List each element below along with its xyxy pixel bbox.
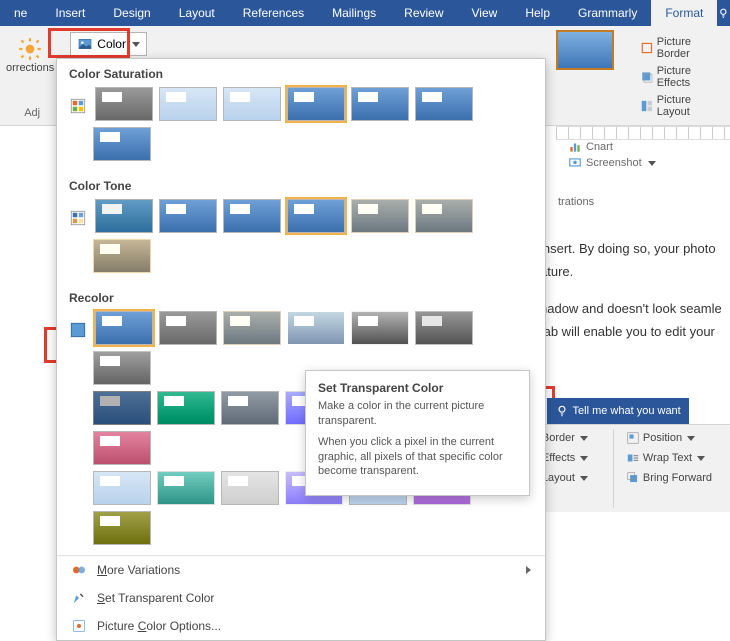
recolor-heading: Recolor: [69, 291, 533, 305]
illustrations-group-label: trations: [558, 196, 594, 208]
chart-button[interactable]: Cnart: [568, 140, 656, 154]
tab-design[interactable]: Design: [99, 0, 164, 26]
recolor-thumb[interactable]: [221, 471, 279, 505]
tab-format[interactable]: Format: [651, 0, 717, 26]
corrections-button[interactable]: orrections: [6, 32, 58, 74]
recolor-thumb[interactable]: [93, 391, 151, 425]
ribbon-tabs: ne Insert Design Layout References Maili…: [0, 0, 730, 26]
more-variations-item[interactable]: More Variations: [57, 556, 545, 584]
color-button-label: Color: [97, 37, 126, 51]
saturation-preset-icon: [69, 97, 87, 115]
picture-color-options-item[interactable]: Picture Color Options...: [57, 612, 545, 640]
saturation-heading: Color Saturation: [69, 67, 533, 81]
saturation-thumb[interactable]: [415, 87, 473, 121]
recolor-thumb[interactable]: [351, 311, 409, 345]
tab-view[interactable]: View: [458, 0, 512, 26]
tone-thumb[interactable]: [415, 199, 473, 233]
saturation-thumb[interactable]: [351, 87, 409, 121]
tone-thumb[interactable]: [93, 239, 151, 273]
recolor-thumb[interactable]: [93, 431, 151, 465]
tone-heading: Color Tone: [69, 179, 533, 193]
tab-mailings[interactable]: Mailings: [318, 0, 390, 26]
sr-bring-forward[interactable]: Bring Forward: [622, 469, 716, 487]
caret-down-icon: [132, 42, 140, 47]
picture-tools-peek: Picture Border Picture Effects Picture L…: [636, 34, 730, 120]
tab-layout[interactable]: Layout: [165, 0, 229, 26]
tooltip-desc-2: When you click a pixel in the current gr…: [318, 435, 517, 480]
tab-insert[interactable]: Insert: [41, 0, 99, 26]
recolor-thumb[interactable]: [95, 311, 153, 345]
tone-thumb[interactable]: [159, 199, 217, 233]
tooltip-set-transparent: Set Transparent Color Make a color in th…: [305, 370, 530, 496]
tone-thumb[interactable]: [351, 199, 409, 233]
picture-color-options-label: Picture Color Options...: [97, 619, 221, 633]
adjust-group-label: Adj: [6, 105, 58, 119]
tab-references[interactable]: References: [229, 0, 318, 26]
picture-border-button[interactable]: Picture Border: [636, 34, 730, 62]
tooltip-title: Set Transparent Color: [318, 381, 517, 395]
saturation-thumb[interactable]: [95, 87, 153, 121]
chevron-right-icon: [526, 566, 531, 574]
color-dropdown: Color Saturation Color Tone: [56, 58, 546, 641]
saturation-thumb[interactable]: [287, 87, 345, 121]
recolor-thumb[interactable]: [287, 311, 345, 345]
set-transparent-label: Set Transparent Color: [97, 591, 214, 605]
corrections-label: orrections: [6, 62, 54, 74]
tab-help[interactable]: Help: [511, 0, 564, 26]
recolor-thumb[interactable]: [93, 351, 151, 385]
tone-thumb[interactable]: [223, 199, 281, 233]
tab-review[interactable]: Review: [390, 0, 457, 26]
recolor-preset-icon: [69, 321, 87, 339]
more-variations-label: More Variations: [97, 563, 180, 577]
recolor-thumb[interactable]: [93, 511, 151, 545]
ruler: [556, 126, 730, 140]
color-button[interactable]: Color: [70, 32, 147, 56]
saturation-thumb[interactable]: [223, 87, 281, 121]
tooltip-desc-1: Make a color in the current picture tran…: [318, 399, 517, 429]
picture-styles-peek: [556, 30, 614, 70]
recolor-thumb[interactable]: [159, 311, 217, 345]
tab-home[interactable]: ne: [0, 0, 41, 26]
tab-grammarly[interactable]: Grammarly: [564, 0, 651, 26]
picture-layout-button[interactable]: Picture Layout: [636, 92, 730, 120]
saturation-thumb[interactable]: [93, 127, 151, 161]
saturation-thumb[interactable]: [159, 87, 217, 121]
picture-style-thumb[interactable]: [556, 30, 614, 70]
recolor-thumb[interactable]: [157, 471, 215, 505]
recolor-thumb[interactable]: [223, 311, 281, 345]
tell-me-icon[interactable]: [717, 0, 730, 26]
set-transparent-color-item[interactable]: Set Transparent Color: [57, 584, 545, 612]
tone-thumb[interactable]: [287, 199, 345, 233]
sr-position[interactable]: Position: [622, 429, 716, 447]
recolor-thumb[interactable]: [157, 391, 215, 425]
recolor-thumb[interactable]: [221, 391, 279, 425]
tell-me-field[interactable]: Tell me what you want: [547, 404, 689, 418]
recolor-thumb[interactable]: [93, 471, 151, 505]
picture-effects-button[interactable]: Picture Effects: [636, 63, 730, 91]
tone-preset-icon: [69, 209, 87, 227]
sr-wrap-text[interactable]: Wrap Text: [622, 449, 716, 467]
insert-peek: Cnart Screenshot: [568, 140, 656, 170]
tone-thumb[interactable]: [95, 199, 153, 233]
recolor-thumb[interactable]: [415, 311, 473, 345]
screenshot-button[interactable]: Screenshot: [568, 156, 656, 170]
